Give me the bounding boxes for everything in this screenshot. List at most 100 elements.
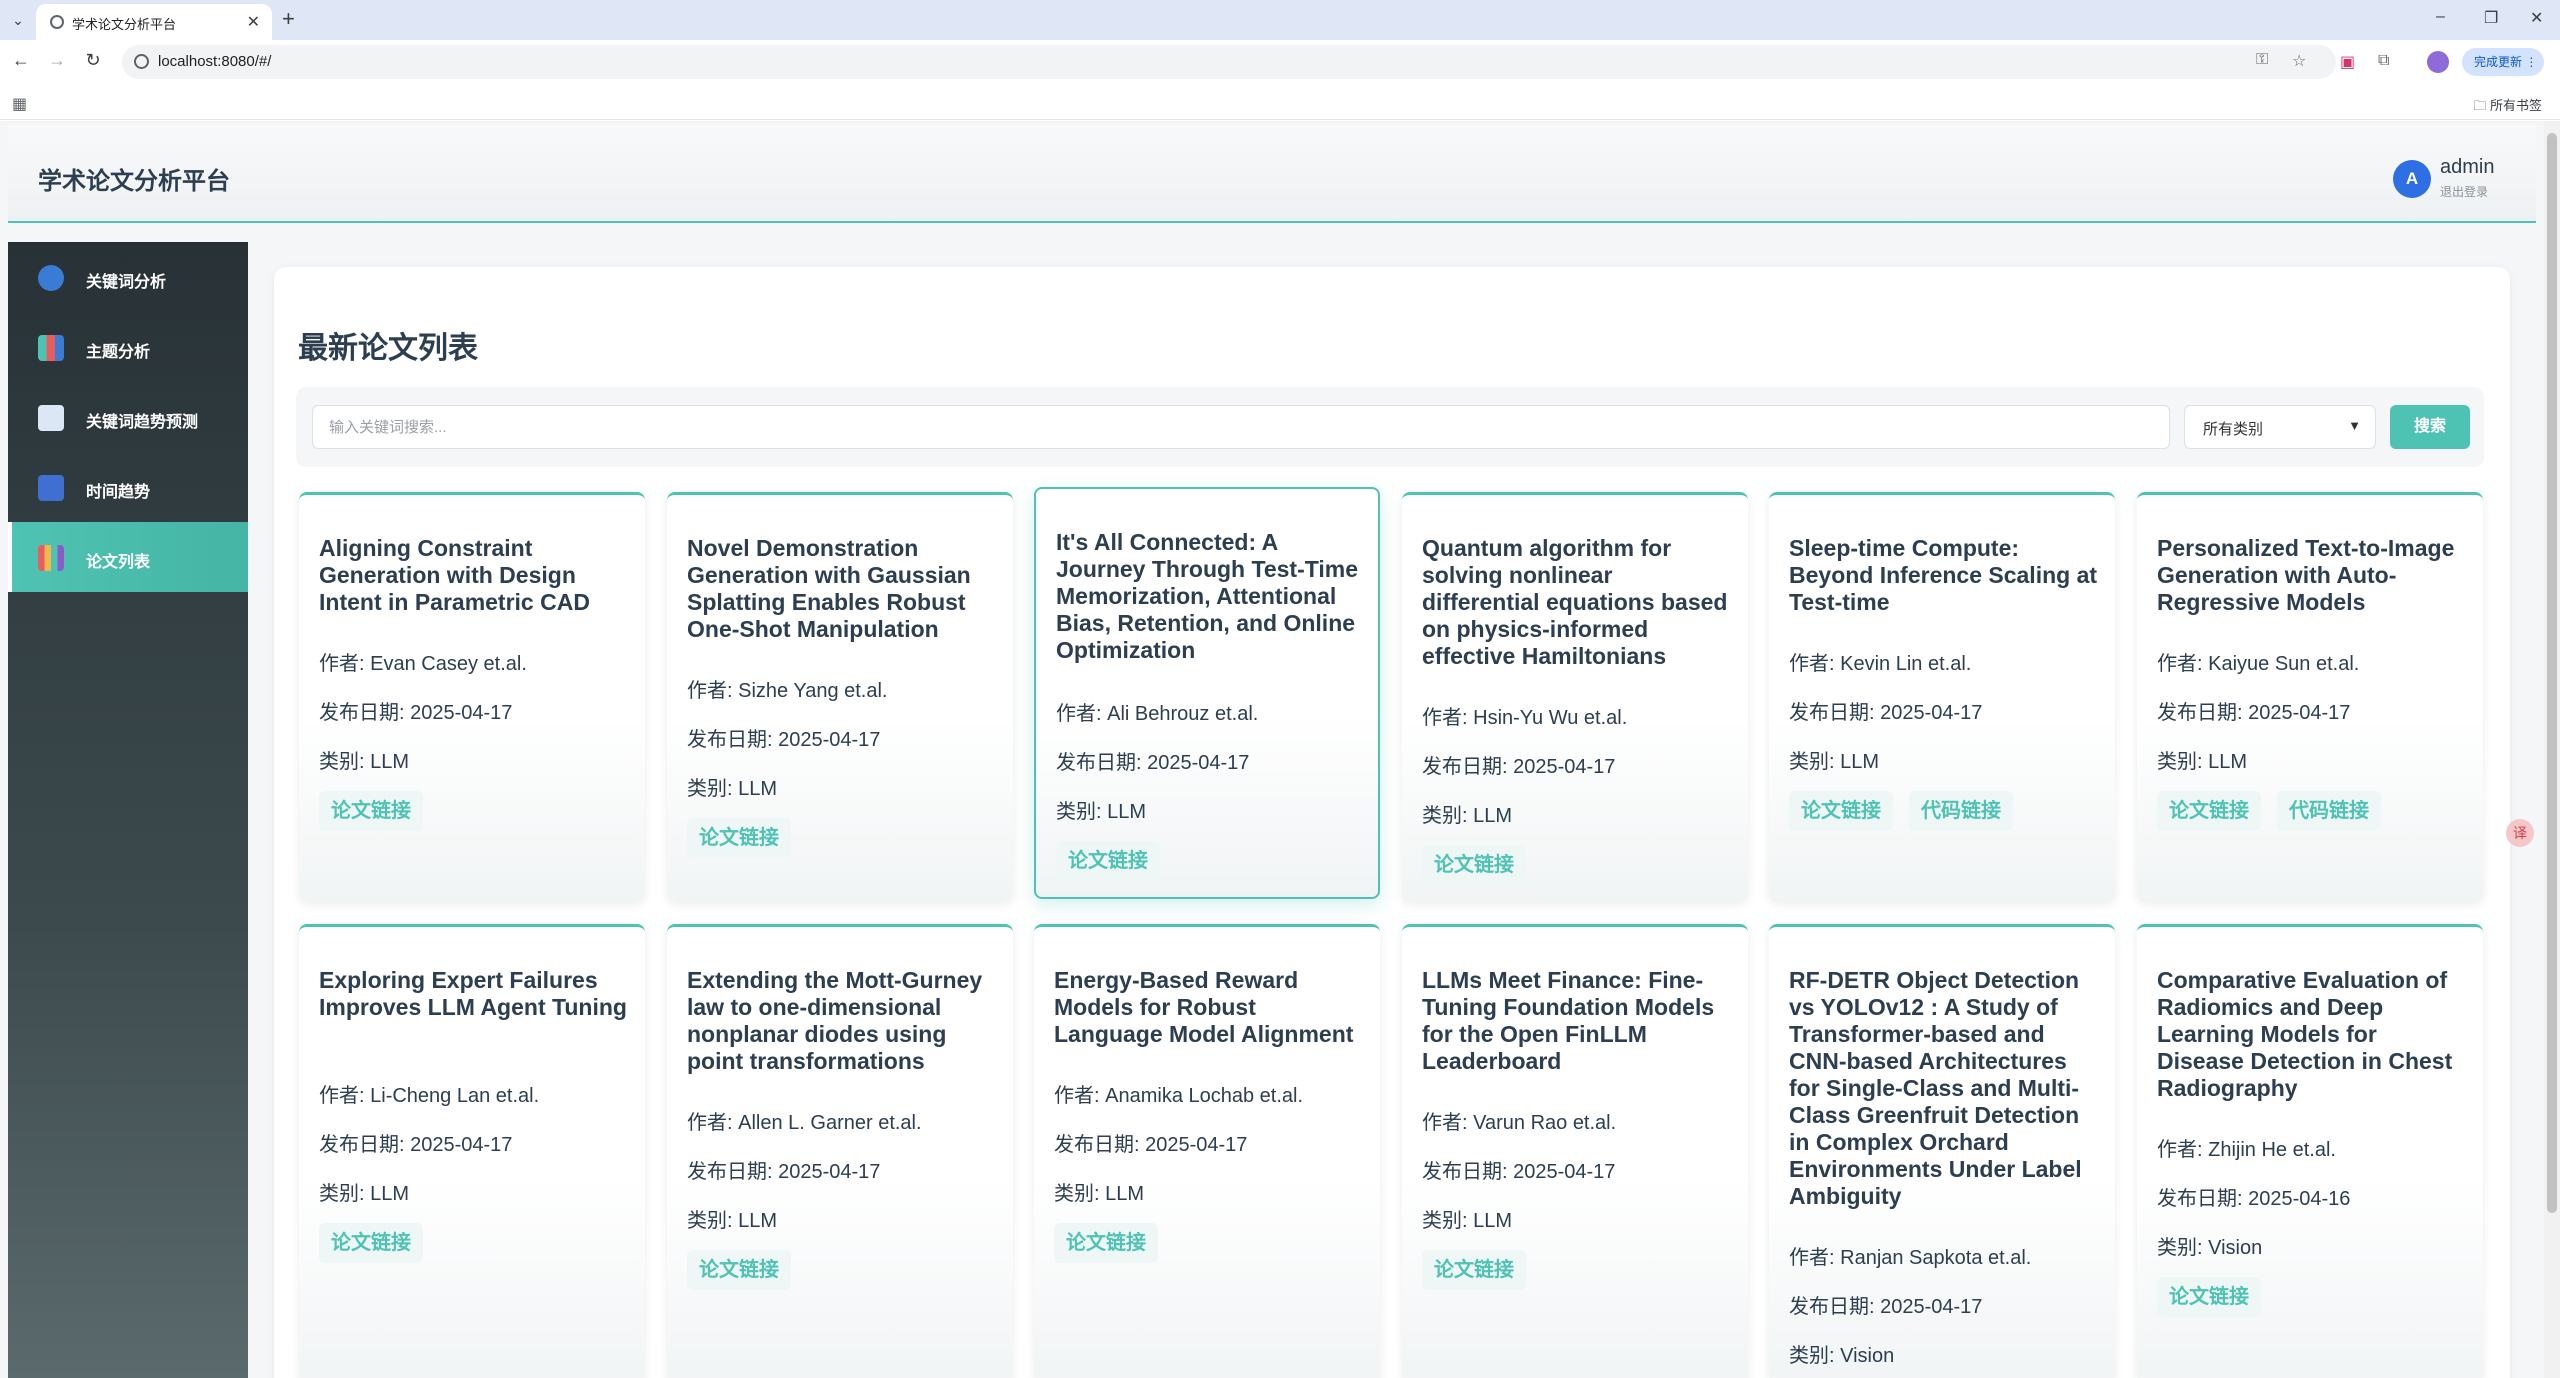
paper-date: 发布日期: 2025-04-17 xyxy=(1789,696,1982,725)
sidebar-item-topic-analysis[interactable]: 主题分析 xyxy=(8,312,248,382)
paper-link-button[interactable]: 论文链接 xyxy=(687,1250,791,1290)
code-link-button[interactable]: 代码链接 xyxy=(2277,791,2381,831)
sidebar-item-keyword-analysis[interactable]: 关键词分析 xyxy=(8,242,248,312)
all-bookmarks[interactable]: 🗀 所有书签 xyxy=(2473,95,2542,119)
sidebar-item-keyword-trend-prediction[interactable]: 关键词趋势预测 xyxy=(8,382,248,452)
bookmark-star-icon[interactable]: ☆ xyxy=(2292,51,2306,71)
date-value: 2025-04-16 xyxy=(2248,1188,2351,1210)
paper-title[interactable]: Exploring Expert Failures Improves LLM A… xyxy=(319,967,629,1021)
paper-date: 发布日期: 2025-04-16 xyxy=(2157,1182,2350,1211)
paper-card[interactable]: Comparative Evaluation of Radiomics and … xyxy=(2137,924,2483,1378)
paper-title[interactable]: Energy-Based Reward Models for Robust La… xyxy=(1054,967,1364,1048)
paper-link-button[interactable]: 论文链接 xyxy=(1422,1250,1526,1290)
back-arrow-icon[interactable]: ← xyxy=(8,50,34,71)
profile-avatar[interactable] xyxy=(2427,51,2449,73)
category-value: LLM xyxy=(1107,801,1147,823)
paper-author: 作者: Sizhe Yang et.al. xyxy=(687,674,888,703)
paper-links: 论文链接 xyxy=(319,791,423,831)
new-tab-plus-icon[interactable]: + xyxy=(282,7,295,31)
user-avatar[interactable]: A xyxy=(2393,160,2431,198)
category-value: LLM xyxy=(370,751,410,773)
paper-link-button[interactable]: 论文链接 xyxy=(319,791,423,831)
paper-card[interactable]: Sleep-time Compute: Beyond Inference Sca… xyxy=(1769,492,2115,902)
paper-link-button[interactable]: 论文链接 xyxy=(1422,845,1526,885)
paper-links: 论文链接 xyxy=(2157,1277,2261,1317)
paper-link-button[interactable]: 论文链接 xyxy=(1789,791,1893,831)
paper-date: 发布日期: 2025-04-17 xyxy=(1054,1128,1247,1157)
paper-card[interactable]: Aligning Constraint Generation with Desi… xyxy=(299,492,645,902)
paper-card[interactable]: Energy-Based Reward Models for Robust La… xyxy=(1034,924,1380,1378)
paper-card[interactable]: It's All Connected: A Journey Through Te… xyxy=(1034,487,1380,899)
page-scrollbar[interactable] xyxy=(2544,121,2560,1378)
restore-icon[interactable]: ❐ xyxy=(2484,8,2498,28)
sidebar-item-label: 论文列表 xyxy=(86,554,151,571)
sidebar-item-time-trend[interactable]: 时间趋势 xyxy=(8,452,248,522)
app-title: 学术论文分析平台 xyxy=(38,168,230,195)
paper-link-button[interactable]: 论文链接 xyxy=(1056,841,1160,881)
paper-link-button[interactable]: 论文链接 xyxy=(2157,791,2261,831)
paper-card[interactable]: LLMs Meet Finance: Fine-Tuning Foundatio… xyxy=(1402,924,1748,1378)
search-button[interactable]: 搜索 xyxy=(2390,405,2470,449)
paper-card[interactable]: Quantum algorithm for solving nonlinear … xyxy=(1402,492,1748,902)
date-label: 发布日期: xyxy=(687,729,779,751)
address-bar[interactable]: localhost:8080/#/ ⚿ ☆ xyxy=(122,45,2336,79)
scrollbar-thumb[interactable] xyxy=(2547,133,2557,1213)
paper-title[interactable]: It's All Connected: A Journey Through Te… xyxy=(1056,529,1366,664)
paper-title[interactable]: Personalized Text-to-Image Generation wi… xyxy=(2157,535,2467,616)
paper-title[interactable]: Aligning Constraint Generation with Desi… xyxy=(319,535,629,616)
paper-date: 发布日期: 2025-04-17 xyxy=(1422,750,1615,779)
paper-title[interactable]: RF-DETR Object Detection vs YOLOv12 : A … xyxy=(1789,967,2099,1210)
window-close-icon[interactable]: ✕ xyxy=(2530,8,2543,28)
paper-title[interactable]: Quantum algorithm for solving nonlinear … xyxy=(1422,535,1732,670)
tab-search-chevron-icon[interactable]: ⌄ xyxy=(6,9,30,31)
paper-links: 论文链接 代码链接 xyxy=(1789,791,2013,831)
forward-arrow-icon[interactable]: → xyxy=(44,50,70,71)
paper-title[interactable]: Novel Demonstration Generation with Gaus… xyxy=(687,535,997,643)
author-label: 作者: xyxy=(687,680,739,702)
paper-link-button[interactable]: 论文链接 xyxy=(319,1223,423,1263)
paper-card[interactable]: Novel Demonstration Generation with Gaus… xyxy=(667,492,1013,902)
address-url[interactable]: localhost:8080/#/ xyxy=(158,53,271,70)
site-info-icon[interactable] xyxy=(134,54,149,69)
paper-card[interactable]: Exploring Expert Failures Improves LLM A… xyxy=(299,924,645,1378)
paper-title[interactable]: Extending the Mott-Gurney law to one-dim… xyxy=(687,967,997,1075)
tab-close-icon[interactable]: ✕ xyxy=(247,12,260,32)
code-link-button[interactable]: 代码链接 xyxy=(1909,791,2013,831)
paper-title[interactable]: LLMs Meet Finance: Fine-Tuning Foundatio… xyxy=(1422,967,1732,1075)
extension-icon[interactable]: ▣ xyxy=(2340,52,2355,72)
translate-icon[interactable]: 译 xyxy=(2506,819,2534,847)
category-label: 类别: xyxy=(319,1183,371,1205)
paper-card[interactable]: Personalized Text-to-Image Generation wi… xyxy=(2137,492,2483,902)
username: admin xyxy=(2440,156,2495,178)
logout-link[interactable]: 退出登录 xyxy=(2440,183,2488,200)
update-button[interactable]: 完成更新 ⋮ xyxy=(2462,48,2544,76)
category-label: 类别: xyxy=(2157,1237,2209,1259)
sidebar-item-label: 主题分析 xyxy=(86,344,151,361)
paper-link-button[interactable]: 论文链接 xyxy=(2157,1277,2261,1317)
paper-author: 作者: Hsin-Yu Wu et.al. xyxy=(1422,701,1627,730)
date-label: 发布日期: xyxy=(2157,702,2249,724)
minimize-icon[interactable]: – xyxy=(2436,8,2445,26)
category-label: 类别: xyxy=(687,778,739,800)
paper-title[interactable]: Sleep-time Compute: Beyond Inference Sca… xyxy=(1789,535,2099,616)
paper-title[interactable]: Comparative Evaluation of Radiomics and … xyxy=(2157,967,2467,1102)
password-key-icon[interactable]: ⚿ xyxy=(2256,51,2268,69)
date-value: 2025-04-17 xyxy=(1880,702,1983,724)
browser-tab[interactable]: 学术论文分析平台 ✕ xyxy=(36,4,272,40)
apps-grid-icon[interactable]: ▦ xyxy=(12,94,27,114)
category-select[interactable]: 所有类别 ▼ xyxy=(2184,405,2376,449)
sidebar-item-paper-list[interactable]: 论文列表 xyxy=(8,522,248,592)
paper-date: 发布日期: 2025-04-17 xyxy=(687,723,880,752)
reload-icon[interactable]: ↻ xyxy=(80,50,106,71)
puzzle-extensions-icon[interactable]: ⧉ xyxy=(2378,52,2389,70)
paper-category: 类别: Vision xyxy=(2157,1231,2262,1260)
search-input[interactable] xyxy=(312,405,2170,449)
date-label: 发布日期: xyxy=(2157,1188,2249,1210)
sidebar: 关键词分析 主题分析 关键词趋势预测 时间趋势 论文列表 xyxy=(8,242,248,1378)
paper-link-button[interactable]: 论文链接 xyxy=(687,818,791,858)
paper-card[interactable]: Extending the Mott-Gurney law to one-dim… xyxy=(667,924,1013,1378)
paper-category: 类别: Vision xyxy=(1789,1339,1894,1368)
magnifier-icon xyxy=(38,265,64,291)
paper-card[interactable]: RF-DETR Object Detection vs YOLOv12 : A … xyxy=(1769,924,2115,1378)
paper-link-button[interactable]: 论文链接 xyxy=(1054,1223,1158,1263)
